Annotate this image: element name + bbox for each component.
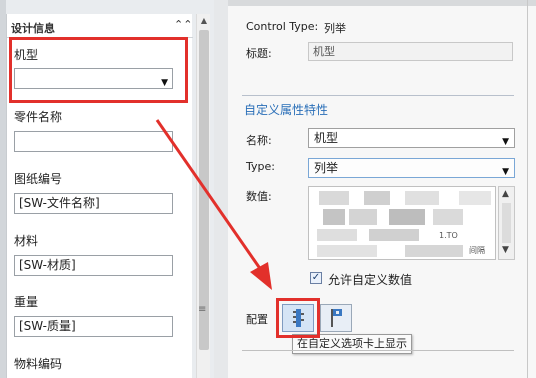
annotation-arrow xyxy=(155,119,272,290)
